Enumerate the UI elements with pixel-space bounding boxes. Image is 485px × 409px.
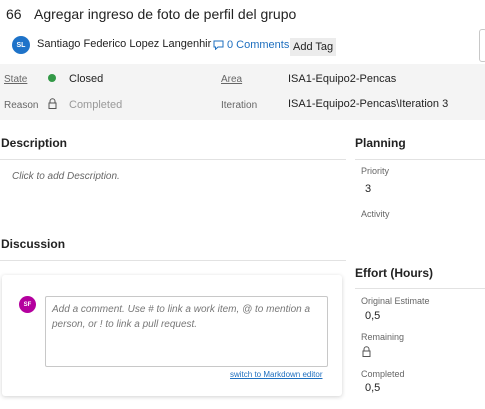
add-tag-button[interactable]: Add Tag — [290, 38, 337, 56]
area-label: Area — [221, 74, 243, 85]
work-item-title[interactable]: Agregar ingreso de foto de perfil del gr… — [34, 6, 296, 22]
original-estimate-value[interactable]: 0,5 — [365, 310, 380, 322]
comment-icon — [213, 40, 224, 50]
work-item-id: 66 — [6, 6, 22, 22]
planning-heading[interactable]: Planning — [355, 136, 406, 150]
iteration-label: Iteration — [221, 100, 258, 111]
commenter-avatar: SF — [19, 296, 36, 313]
effort-heading[interactable]: Effort (Hours) — [355, 266, 433, 280]
iteration-value[interactable]: ISA1-Equipo2-Pencas\Iteration 3 — [288, 98, 448, 110]
effort-divider — [355, 288, 485, 289]
priority-label: Priority — [361, 166, 390, 176]
description-divider — [0, 159, 346, 160]
original-estimate-label: Original Estimate — [361, 296, 430, 306]
reason-label: Reason — [4, 100, 39, 111]
priority-value[interactable]: 3 — [365, 183, 371, 195]
remaining-lock-icon — [362, 346, 371, 357]
activity-label: Activity — [361, 209, 390, 219]
state-value[interactable]: Closed — [69, 73, 103, 85]
work-item-meta: SL Santiago Federico Lopez Langenhir 0 C… — [0, 34, 485, 60]
completed-label: Completed — [361, 369, 405, 379]
scrollbar-thumb[interactable] — [479, 29, 485, 62]
completed-value[interactable]: 0,5 — [365, 382, 380, 394]
discussion-divider — [0, 260, 346, 261]
area-value[interactable]: ISA1-Equipo2-Pencas — [288, 73, 396, 85]
description-heading[interactable]: Description — [1, 136, 67, 150]
owner-name[interactable]: Santiago Federico Lopez Langenhir — [37, 38, 211, 50]
switch-markdown-link[interactable]: switch to Markdown editor — [230, 370, 322, 379]
remaining-label: Remaining — [361, 332, 405, 342]
comments-count: 0 Comments — [227, 39, 290, 51]
state-dot-icon — [48, 74, 56, 82]
discussion-heading[interactable]: Discussion — [1, 237, 65, 251]
comments-link[interactable]: 0 Comments — [213, 39, 289, 51]
owner-avatar[interactable]: SL — [12, 36, 30, 54]
planning-divider — [355, 159, 485, 160]
state-label: State — [4, 74, 28, 85]
description-field[interactable]: Click to add Description. — [12, 171, 120, 182]
comment-input[interactable]: Add a comment. Use # to link a work item… — [45, 296, 328, 367]
lock-icon — [48, 98, 57, 109]
reason-value: Completed — [69, 99, 123, 111]
